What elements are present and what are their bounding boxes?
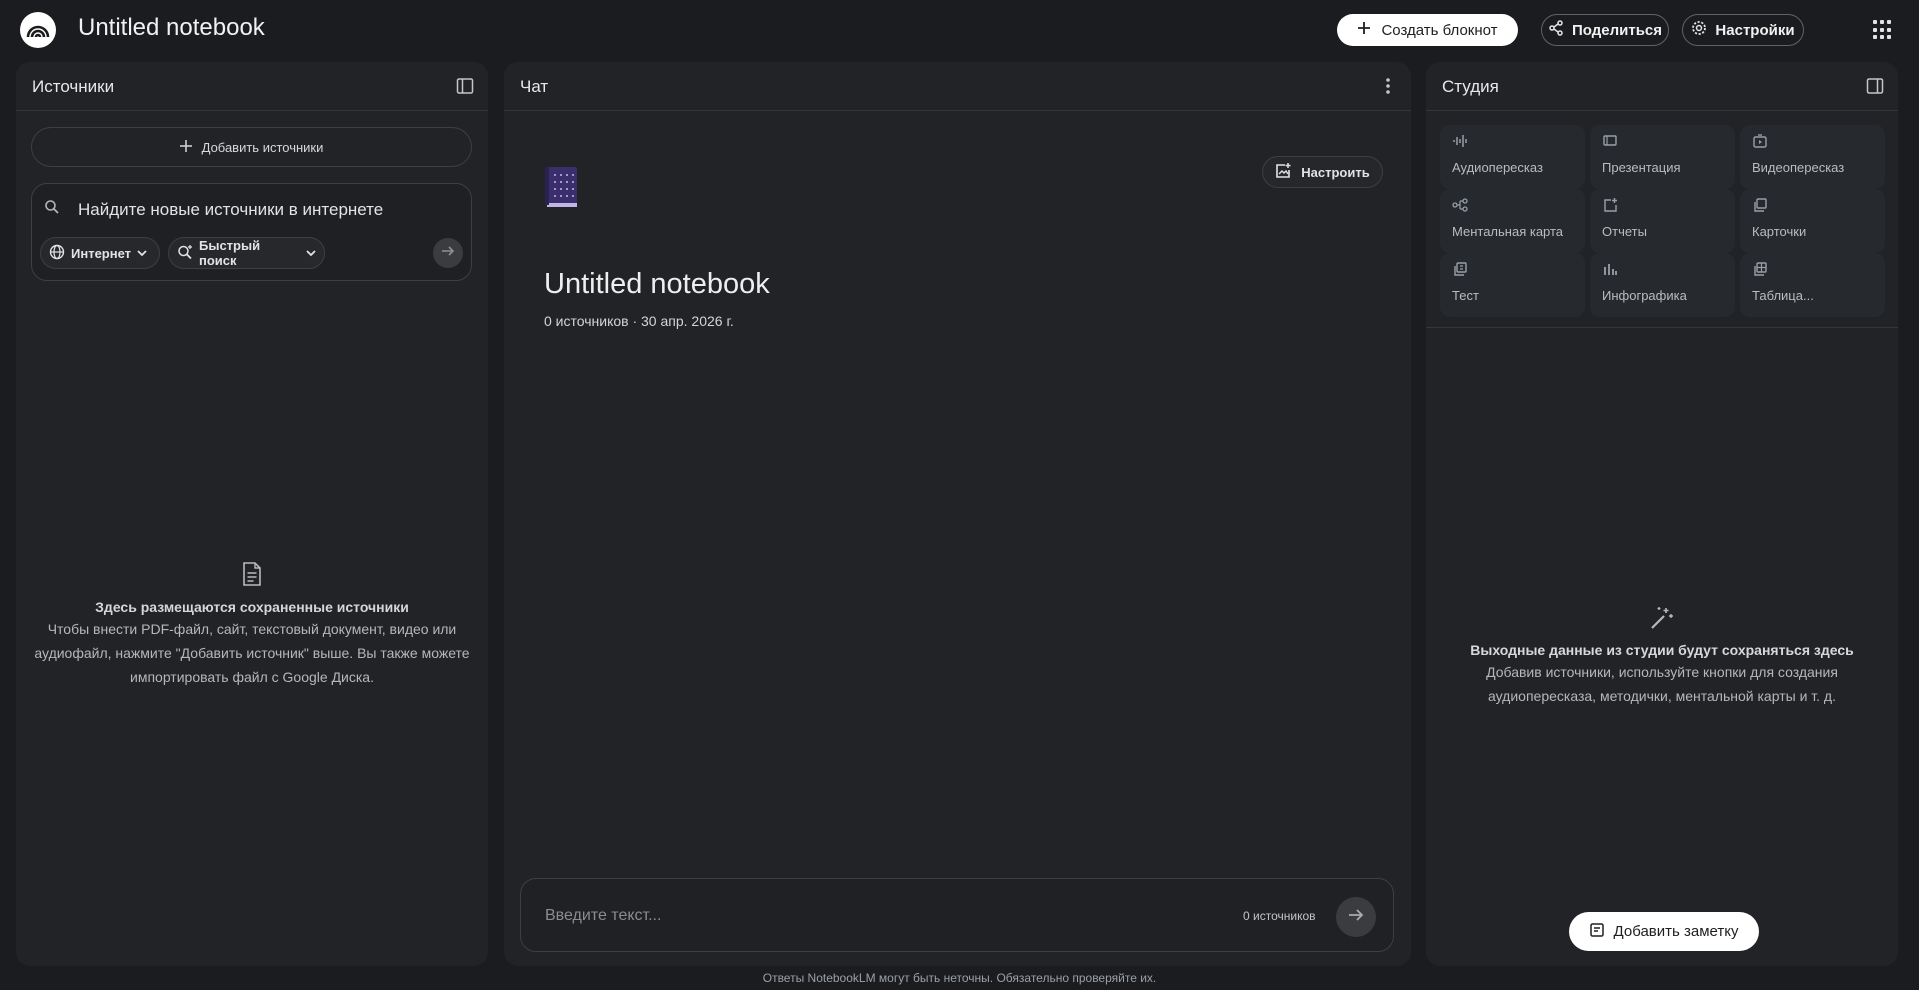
studio-infographic[interactable]: Инфографика — [1590, 253, 1735, 317]
add-note-button[interactable]: Добавить заметку — [1569, 912, 1759, 951]
studio-presentation[interactable]: Презентация — [1590, 125, 1735, 189]
more-vert-icon[interactable] — [1377, 75, 1399, 97]
sources-panel: Источники Добавить источники Найдите нов… — [16, 62, 488, 966]
studio-item-label: Отчеты — [1602, 224, 1647, 239]
settings-button[interactable]: Настройки — [1682, 14, 1804, 46]
top-bar: Untitled notebook Создать блокнот Подели… — [0, 0, 1919, 60]
send-button[interactable] — [1336, 897, 1376, 937]
web-search-box[interactable]: Найдите новые источники в интернете Инте… — [31, 183, 472, 281]
studio-video-overview[interactable]: Видеопересказ — [1740, 125, 1885, 189]
google-apps-icon[interactable] — [1873, 20, 1893, 40]
slides-icon — [1602, 133, 1618, 149]
sources-empty-description: Чтобы внести PDF-файл, сайт, текстовый д… — [34, 621, 470, 685]
video-icon — [1752, 133, 1768, 149]
image-edit-icon — [1275, 162, 1291, 182]
studio-item-label: Презентация — [1602, 160, 1681, 175]
studio-item-label: Карточки — [1752, 224, 1807, 239]
arrow-right-icon — [1347, 906, 1365, 929]
share-icon — [1548, 20, 1564, 40]
sources-count: 0 источников — [1243, 909, 1316, 923]
add-sources-button[interactable]: Добавить источники — [31, 127, 472, 167]
search-submit-button[interactable] — [433, 238, 463, 268]
studio-item-label: Видеопересказ — [1752, 160, 1845, 175]
studio-divider — [1426, 327, 1898, 328]
studio-table[interactable]: Таблица... — [1740, 253, 1885, 317]
notebook-title: Untitled notebook — [544, 268, 770, 300]
studio-empty-state: Выходные данные из студии будут сохранят… — [1426, 605, 1898, 708]
notebook-meta: 0 источников · 30 апр. 2026 г. — [544, 313, 734, 329]
chat-panel: Чат Настроить Untitled notebook 0 источн… — [504, 62, 1411, 966]
studio-panel-header: Студия — [1426, 62, 1898, 111]
studio-mind-map[interactable]: Ментальная карта — [1440, 189, 1585, 253]
arrow-right-icon — [441, 244, 455, 263]
note-icon — [1589, 922, 1604, 941]
source-type-label: Интернет — [71, 245, 132, 261]
search-icon — [44, 199, 60, 220]
infographic-icon — [1602, 261, 1618, 277]
studio-item-label: Ментальная карта — [1452, 224, 1564, 239]
sources-panel-header: Источники — [16, 62, 488, 111]
notebook-title-header[interactable]: Untitled notebook — [78, 14, 265, 42]
chat-input-box[interactable]: Введите текст... 0 источников — [520, 878, 1394, 952]
chevron-down-icon — [137, 246, 147, 261]
magic-wand-icon — [1649, 607, 1675, 635]
search-mode-dropdown[interactable]: Быстрый поиск — [168, 237, 325, 269]
customize-button[interactable]: Настроить — [1262, 156, 1383, 188]
source-type-dropdown[interactable]: Интернет — [40, 237, 160, 269]
studio-tools-grid: Аудиопересказ Презентация Видеопересказ … — [1440, 125, 1886, 317]
mindmap-icon — [1452, 197, 1468, 213]
share-label: Поделиться — [1571, 21, 1663, 39]
sparkle-search-icon — [177, 244, 193, 263]
flashcards-icon — [1752, 197, 1768, 213]
chat-input[interactable]: Введите текст... — [545, 907, 661, 925]
chevron-down-icon — [306, 246, 316, 261]
chat-panel-header: Чат — [504, 62, 1411, 111]
studio-panel: Студия Аудиопересказ Презентация Видеопе… — [1426, 62, 1898, 966]
sources-empty-title: Здесь размещаются сохраненные источники — [95, 599, 409, 615]
audio-wave-icon — [1452, 133, 1468, 149]
quiz-icon — [1452, 261, 1468, 277]
create-notebook-button[interactable]: Создать блокнот — [1337, 14, 1518, 46]
report-icon — [1602, 197, 1618, 213]
search-mode-label: Быстрый поиск — [199, 238, 261, 268]
customize-label: Настроить — [1301, 164, 1370, 180]
globe-icon — [49, 244, 65, 263]
settings-label: Настройки — [1715, 21, 1795, 39]
table-icon — [1752, 261, 1768, 277]
studio-item-label: Тест — [1452, 288, 1479, 303]
share-button[interactable]: Поделиться — [1541, 14, 1669, 46]
studio-empty-title: Выходные данные из студии будут сохранят… — [1470, 642, 1854, 658]
notebook-emoji-icon — [544, 166, 578, 208]
chat-title: Чат — [520, 77, 549, 96]
sources-title: Источники — [32, 77, 115, 96]
studio-flashcards[interactable]: Карточки — [1740, 189, 1885, 253]
collapse-panel-icon[interactable] — [454, 75, 476, 97]
search-input[interactable]: Найдите новые источники в интернете — [78, 200, 383, 220]
notebooklm-logo-icon[interactable] — [20, 12, 56, 48]
studio-item-label: Аудиопересказ — [1452, 160, 1543, 175]
studio-empty-description: Добавив источники, используйте кнопки дл… — [1486, 664, 1838, 704]
studio-item-label: Инфографика — [1602, 288, 1687, 303]
sources-empty-state: Здесь размещаются сохраненные источники … — [16, 562, 488, 689]
gear-icon — [1691, 20, 1707, 40]
studio-audio-overview[interactable]: Аудиопересказ — [1440, 125, 1585, 189]
studio-reports[interactable]: Отчеты — [1590, 189, 1735, 253]
collapse-panel-icon[interactable] — [1864, 75, 1886, 97]
document-icon — [242, 562, 262, 590]
plus-icon — [1357, 21, 1371, 39]
studio-quiz[interactable]: Тест — [1440, 253, 1585, 317]
studio-item-label: Таблица... — [1752, 288, 1814, 303]
plus-icon — [179, 139, 192, 155]
add-sources-label: Добавить источники — [201, 139, 324, 155]
add-note-label: Добавить заметку — [1613, 923, 1739, 940]
footer-disclaimer: Ответы NotebookLM могут быть неточны. Об… — [762, 971, 1157, 985]
studio-title: Студия — [1442, 77, 1499, 96]
create-notebook-label: Создать блокнот — [1381, 21, 1498, 39]
